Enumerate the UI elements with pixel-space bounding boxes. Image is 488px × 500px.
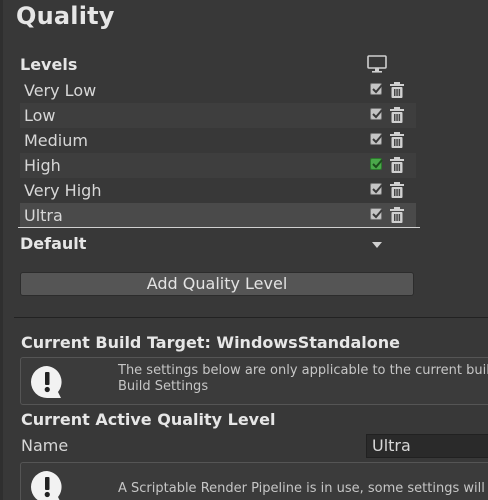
checkmark-icon bbox=[372, 109, 383, 119]
level-row-low[interactable]: Low bbox=[20, 103, 416, 128]
monitor-icon bbox=[367, 55, 387, 73]
checkmark-icon bbox=[372, 184, 383, 194]
build-target-help-text: The settings below are only applicable t… bbox=[118, 363, 488, 395]
level-label: Very Low bbox=[24, 81, 97, 100]
section-divider bbox=[14, 317, 488, 318]
level-enabled-checkbox[interactable] bbox=[370, 158, 383, 170]
left-border bbox=[0, 0, 3, 500]
levels-table: Levels Very Low Low Medium High Very Hig… bbox=[20, 52, 416, 228]
level-row-ultra[interactable]: Ultra bbox=[20, 203, 416, 228]
name-field[interactable]: Ultra bbox=[366, 434, 488, 458]
trash-icon[interactable] bbox=[388, 156, 406, 174]
level-label: Very High bbox=[24, 181, 102, 200]
level-row-very-low[interactable]: Very Low bbox=[20, 78, 416, 103]
trash-icon[interactable] bbox=[388, 206, 406, 224]
name-label: Name bbox=[21, 436, 69, 455]
checkmark-icon bbox=[372, 134, 383, 144]
help-line: A Scriptable Render Pipeline is in use, … bbox=[118, 481, 485, 496]
trash-icon[interactable] bbox=[388, 106, 406, 124]
trash-icon[interactable] bbox=[388, 181, 406, 199]
level-enabled-checkbox[interactable] bbox=[370, 83, 383, 95]
levels-rows: Very Low Low Medium High Very High Ultra bbox=[20, 78, 416, 228]
page-title: Quality bbox=[16, 2, 115, 30]
levels-header: Levels bbox=[20, 52, 416, 78]
help-line: Build Settings bbox=[118, 379, 209, 394]
level-enabled-checkbox[interactable] bbox=[370, 183, 383, 195]
level-enabled-checkbox[interactable] bbox=[370, 133, 383, 145]
level-row-high[interactable]: High bbox=[20, 153, 416, 178]
levels-title: Levels bbox=[20, 55, 78, 74]
build-target-help-box: The settings below are only applicable t… bbox=[20, 357, 488, 405]
add-quality-level-button[interactable]: Add Quality Level bbox=[20, 272, 414, 296]
level-row-medium[interactable]: Medium bbox=[20, 128, 416, 153]
default-label: Default bbox=[20, 234, 87, 253]
level-label: Low bbox=[24, 106, 56, 125]
level-label: Medium bbox=[24, 131, 88, 150]
level-enabled-checkbox[interactable] bbox=[370, 208, 383, 220]
level-enabled-checkbox[interactable] bbox=[370, 108, 383, 120]
default-row[interactable]: Default bbox=[20, 232, 416, 256]
active-quality-title: Current Active Quality Level bbox=[21, 410, 276, 429]
levels-underline bbox=[18, 227, 420, 228]
dropdown-arrow-icon[interactable] bbox=[370, 238, 384, 252]
trash-icon[interactable] bbox=[388, 131, 406, 149]
level-label: Ultra bbox=[24, 206, 63, 225]
level-label: High bbox=[24, 156, 61, 175]
level-row-very-high[interactable]: Very High bbox=[20, 178, 416, 203]
checkmark-icon bbox=[372, 209, 383, 219]
help-line: The settings below are only applicable t… bbox=[118, 363, 488, 378]
checkmark-icon bbox=[372, 84, 383, 94]
pipeline-help-text: A Scriptable Render Pipeline is in use, … bbox=[118, 481, 488, 497]
info-icon bbox=[31, 366, 62, 398]
checkmark-icon bbox=[372, 159, 383, 169]
info-icon bbox=[31, 471, 62, 500]
pipeline-help-box: A Scriptable Render Pipeline is in use, … bbox=[20, 462, 488, 500]
trash-icon[interactable] bbox=[388, 81, 406, 99]
build-target-title: Current Build Target: WindowsStandalone bbox=[21, 333, 401, 352]
quality-settings-panel: Quality Levels Very Low Low Medium High … bbox=[0, 0, 488, 500]
